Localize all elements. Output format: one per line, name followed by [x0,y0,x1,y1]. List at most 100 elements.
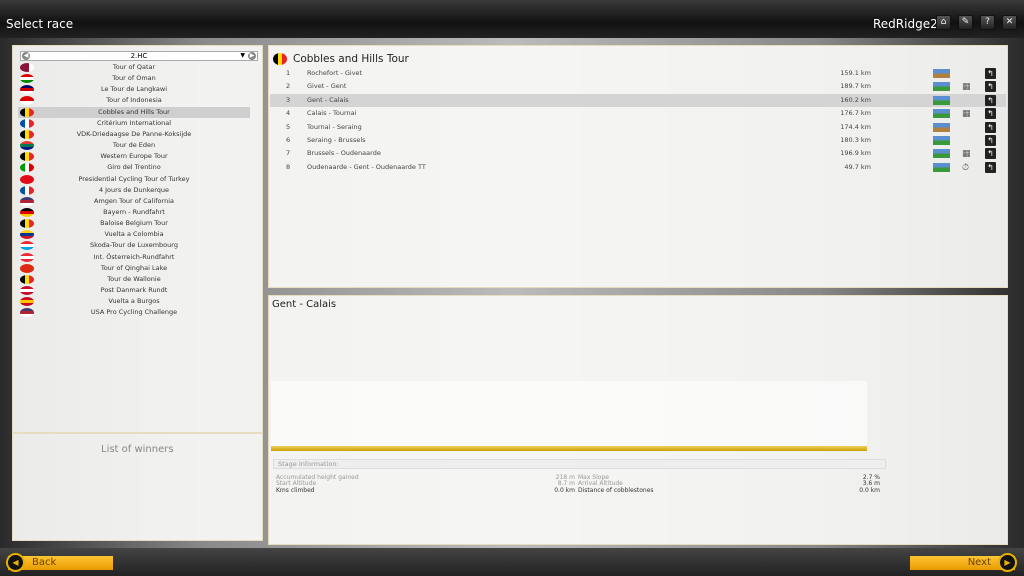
flag-icon [20,96,34,106]
window-title: Select race [6,17,74,31]
category-dropdown[interactable]: ◀ 2.HC ▼ ▶ [20,51,258,61]
chevron-down-icon[interactable]: ▼ [240,52,245,60]
stage-profile-chart [271,381,867,451]
next-category-icon[interactable]: ▶ [248,52,256,60]
stage-details-icon[interactable]: ↰ [985,68,996,79]
stage-details-icon[interactable]: ↰ [985,148,996,160]
cobbles-icon: ▦ [962,149,971,160]
race-name: VDK-Driedaagse De Panne-Koksijde [76,129,192,138]
back-button[interactable]: ◀ Back [6,553,113,572]
stage-row[interactable]: 7 Brussels - Oudenaarde 196.9 km ▦ ↰ [270,147,1006,160]
race-item[interactable]: Critérium International [18,118,250,129]
race-name: Tour of Oman [112,74,156,83]
arrow-right-icon: ▶ [998,553,1017,572]
wrench-icon[interactable]: ✎ [958,15,973,30]
terrain-hilly-icon [933,122,950,132]
stage-distance: 160.2 km [840,95,871,104]
race-item[interactable]: Tour de Wallonie [18,274,250,285]
close-icon[interactable]: ✕ [1002,15,1017,30]
race-item[interactable]: Western Europe Tour [18,151,250,162]
help-icon[interactable]: ? [980,15,995,30]
terrain-flat-icon [933,136,950,145]
home-icon[interactable]: ⌂ [936,15,951,30]
arrow-left-icon: ◀ [6,553,25,572]
stage-row[interactable]: 3 Gent - Calais 160.2 km ↰ [270,93,1006,107]
stage-number: 6 [286,136,291,144]
race-item[interactable]: Tour de Eden [18,140,250,151]
flag-icon [20,252,34,262]
race-item[interactable]: Tour of Oman [18,73,250,84]
race-item[interactable]: Le Tour de Langkawi [18,84,250,95]
list-of-winners-button[interactable]: List of winners [101,444,174,455]
race-item[interactable]: Amgen Tour of California [18,196,250,207]
race-item[interactable]: Skoda-Tour de Luxembourg [18,240,250,251]
race-name: Post Danmark Rundt [100,286,168,294]
flag-icon [20,152,34,162]
race-item[interactable]: Post Danmark Rundt [18,285,250,296]
race-item[interactable]: USA Pro Cycling Challenge [18,307,250,318]
flag-icon [20,241,34,251]
race-item[interactable]: Presidential Cycling Tour of Turkey [18,174,250,185]
stage-row[interactable]: 6 Seraing - Brussels 180.3 km ↰ [270,134,1006,147]
profile-fill [271,446,867,451]
stage-row[interactable]: 2 Givet - Gent 189.7 km ▦ ↰ [270,80,1006,93]
stage-details-icon[interactable]: ↰ [985,135,996,146]
stage-title: Gent - Calais [272,299,337,310]
stage-details-icon[interactable]: ↰ [985,161,996,173]
stage-row[interactable]: 4 Calais - Tournai 176.7 km ▦ ↰ [270,107,1006,120]
race-name: Western Europe Tour [100,152,168,161]
terrain-flat-icon [933,82,950,92]
stage-name: Brussels - Oudenaarde [307,149,381,158]
stage-name: Tournai - Seraing [307,122,362,131]
stage-number: 1 [286,69,291,77]
race-item[interactable]: Tour of Indonesia [18,95,250,106]
flag-icon [20,196,34,206]
stage-row[interactable]: 5 Tournai - Seraing 174.4 km ↰ [270,121,1006,134]
flag-icon [20,85,34,95]
flag-icon [20,141,34,151]
flag-icon [20,129,34,139]
race-item[interactable]: Bayern - Rundfahrt [18,207,250,218]
stage-name: Seraing - Brussels [307,136,366,144]
race-item[interactable]: Int. Österreich-Rundfahrt [18,252,250,263]
race-item[interactable]: Tour of Qatar [18,62,250,73]
terrain-flat-icon [933,162,950,172]
race-item[interactable]: VDK-Driedaagse De Panne-Koksijde [18,129,250,140]
race-item[interactable]: Cobbles and Hills Tour [18,106,250,118]
title-bar: Select race RedRidge2 ⌂ ✎? ✕ [0,0,1024,38]
flag-icon [20,274,34,284]
start-label: Start Altitude [276,480,317,487]
flag-icon [20,308,34,318]
flag-icon [20,207,34,217]
race-item[interactable]: Vuelta a Burgos [18,296,250,307]
stage-distance: 180.3 km [840,136,871,144]
race-item[interactable]: 4 Jours de Dunkerque [18,185,250,196]
race-name: Baloise Belgium Tour [100,219,168,228]
race-item[interactable]: Baloise Belgium Tour [18,218,250,229]
race-name: Amgen Tour of California [94,196,174,205]
race-name: Tour of Qatar [112,63,156,71]
stage-name: Oudenaarde - Gent - Oudenaarde TT [307,162,426,171]
race-item[interactable]: Giro del Trentino [18,162,250,173]
kms-label: Kms climbed [276,487,315,494]
next-label: Next [967,557,991,568]
race-item[interactable]: Tour of Qinghai Lake [18,263,250,274]
terrain-flat-icon [933,149,950,159]
winners-panel: List of winners [12,433,263,541]
race-name: Int. Österreich-Rundfahrt [93,252,175,261]
flag-icon [20,230,34,240]
prev-category-icon[interactable]: ◀ [22,52,30,60]
stage-row[interactable]: 8 Oudenaarde - Gent - Oudenaarde TT 49.7 k… [270,161,1006,174]
stage-details-icon[interactable]: ↰ [985,81,996,93]
flag-icon [20,174,34,184]
stage-details-icon[interactable]: ↰ [985,108,996,120]
race-item[interactable]: Vuelta a Colombia [18,229,250,240]
stage-details-icon[interactable]: ↰ [985,121,996,133]
stage-details-icon[interactable]: ↰ [985,94,996,106]
stage-row[interactable]: 1 Rochefort - Givet 159.1 km ↰ [270,67,1006,80]
race-name: USA Pro Cycling Challenge [90,308,178,317]
race-name: Le Tour de Langkawi [100,85,168,94]
stage-distance: 174.4 km [840,122,871,131]
next-button[interactable]: Next ▶ [910,553,1017,572]
category-value: 2.HC [130,52,148,60]
